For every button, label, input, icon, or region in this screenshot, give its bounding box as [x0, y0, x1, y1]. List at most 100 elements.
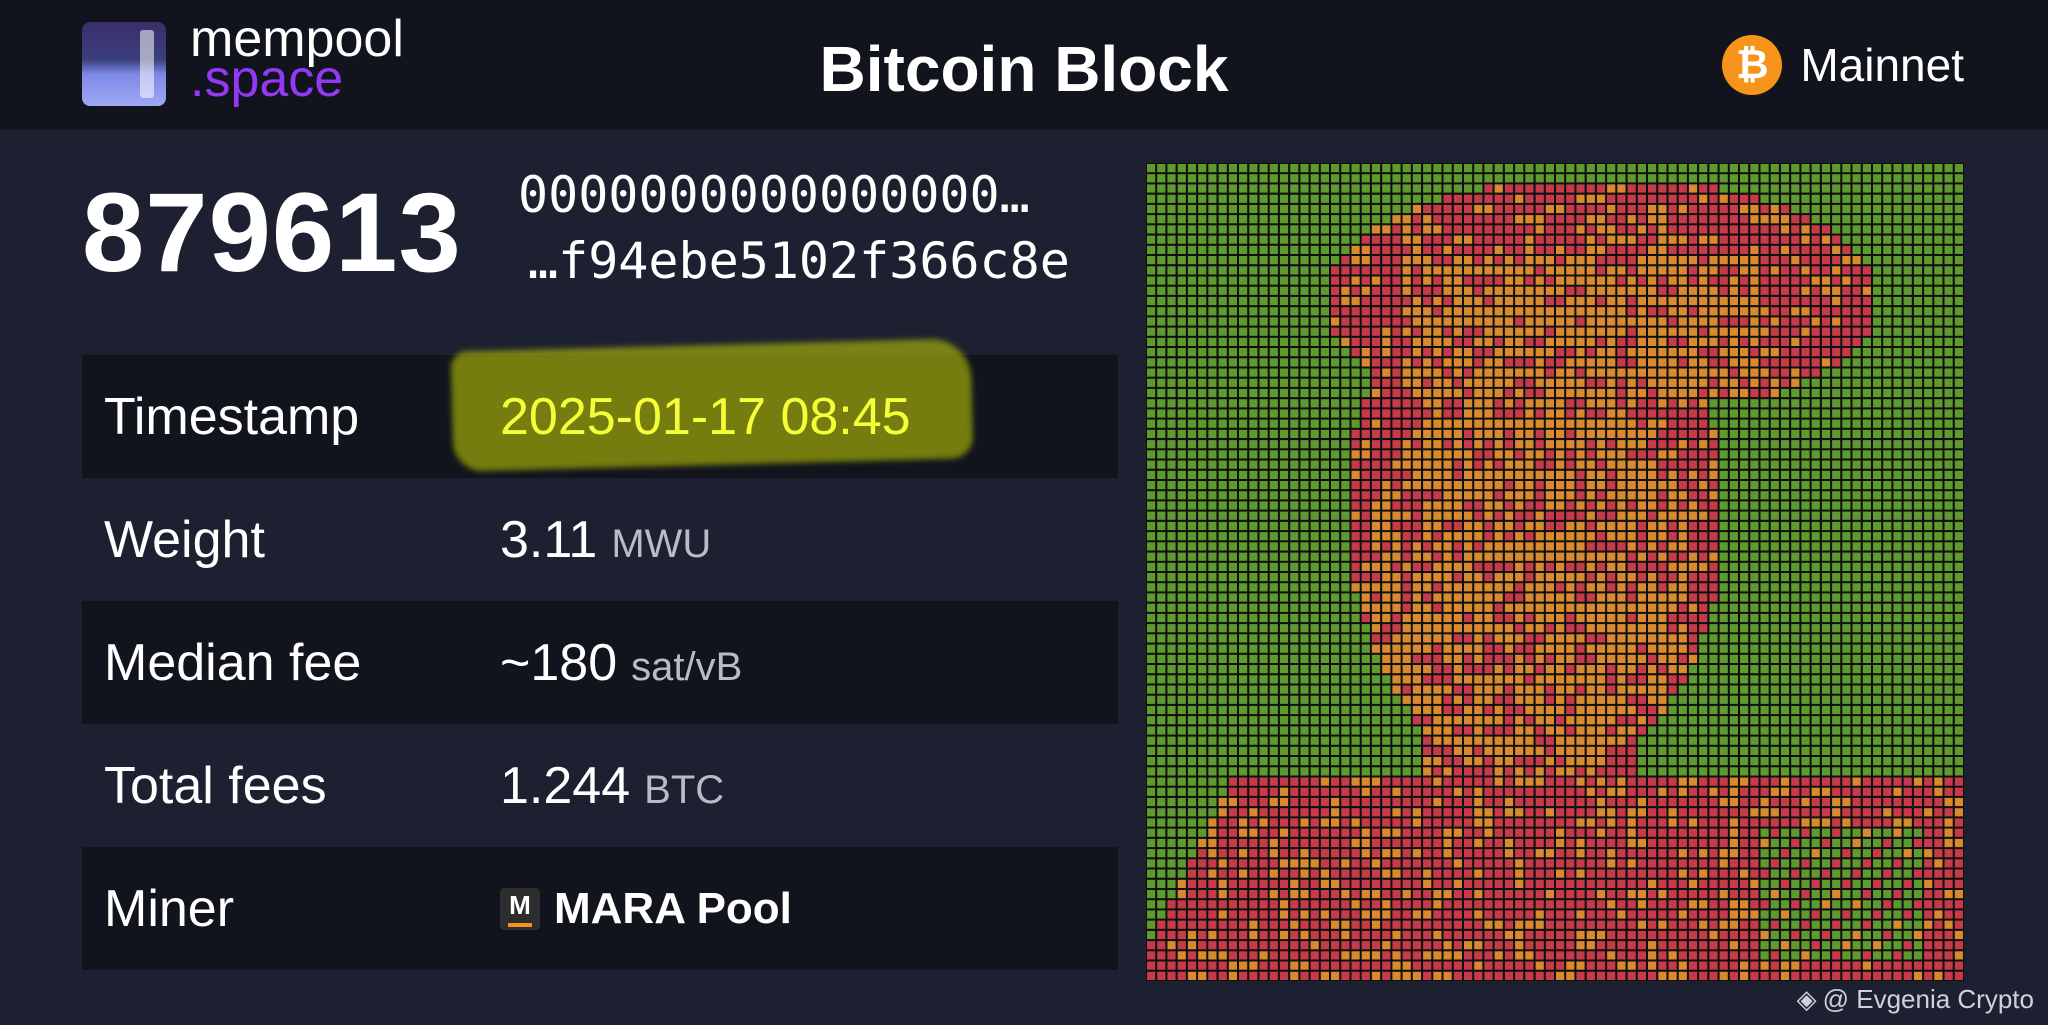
tx-cell: [1852, 634, 1861, 643]
tx-cell: [1331, 470, 1340, 479]
tx-cell: [1494, 378, 1503, 387]
tx-cell: [1576, 695, 1585, 704]
tx-cell: [1525, 685, 1534, 694]
tx-cell: [1525, 429, 1534, 438]
tx-cell: [1688, 562, 1698, 571]
tx-cell: [1453, 501, 1462, 510]
tx-cell: [1290, 501, 1299, 510]
tx-cell: [1423, 481, 1432, 490]
tx-cell: [1535, 440, 1544, 449]
tx-cell: [1566, 225, 1575, 234]
tx-cell: [1402, 409, 1411, 418]
tx-cell: [1525, 521, 1534, 531]
tx-cell: [1658, 552, 1667, 561]
tx-cell: [1627, 521, 1636, 531]
tx-cell: [1852, 327, 1861, 336]
tx-cell: [1341, 368, 1350, 377]
tx-cell: [1740, 419, 1749, 428]
tx-cell: [1740, 736, 1749, 745]
tx-cell: [1392, 562, 1401, 571]
tx-cell: [1760, 777, 1769, 786]
tx-cell: [1576, 777, 1585, 786]
tx-cell: [1504, 276, 1514, 285]
tx-cell: [1801, 419, 1810, 428]
tx-cell: [1453, 266, 1462, 275]
tx-cell: [1688, 726, 1698, 735]
tx-cell: [1821, 552, 1831, 561]
tx-cell: [1760, 613, 1769, 623]
block-visualization[interactable]: [1146, 163, 1964, 981]
tx-cell: [1371, 460, 1381, 469]
tx-cell: [1596, 532, 1606, 541]
tx-cell: [1167, 685, 1176, 694]
tx-cell: [1637, 552, 1646, 561]
tx-cell: [1453, 777, 1462, 786]
tx-cell: [1515, 654, 1524, 663]
tx-cell: [1750, 215, 1759, 224]
tx-cell: [1300, 705, 1309, 715]
tx-cell: [1218, 337, 1227, 346]
block-hash[interactable]: 0000000000000000… …f94ebe5102f366c8e: [518, 162, 1070, 294]
tx-cell: [1893, 327, 1902, 336]
tx-cell: [1187, 164, 1197, 173]
tx-cell: [1780, 266, 1790, 275]
tx-cell: [1627, 194, 1636, 203]
tx-cell: [1412, 746, 1421, 755]
tx-cell: [1883, 603, 1892, 612]
tx-cell: [1433, 194, 1442, 203]
tx-cell: [1862, 583, 1871, 592]
tx-cell: [1699, 593, 1708, 602]
tx-cell: [1883, 787, 1892, 796]
tx-cell: [1228, 296, 1237, 306]
tx-cell: [1453, 593, 1462, 602]
tx-cell: [1852, 787, 1861, 796]
tx-cell: [1586, 705, 1595, 715]
miner-link[interactable]: MARA Pool: [554, 884, 792, 934]
tx-cell: [1596, 746, 1606, 755]
tx-cell: [1658, 603, 1667, 612]
tx-cell: [1821, 634, 1831, 643]
tx-cell: [1791, 481, 1800, 490]
tx-cell: [1464, 532, 1473, 541]
tx-cell: [1688, 787, 1698, 796]
tx-cell: [1658, 654, 1667, 663]
tx-cell: [1873, 695, 1882, 704]
tx-cell: [1648, 634, 1657, 643]
network-selector[interactable]: ₿ Mainnet: [1722, 34, 1964, 96]
tx-cell: [1842, 235, 1851, 244]
tx-cell: [1290, 736, 1299, 745]
tx-cell: [1218, 368, 1227, 377]
tx-cell: [1760, 481, 1769, 490]
tx-cell: [1474, 368, 1483, 377]
tx-cell: [1821, 296, 1831, 306]
tx-cell: [1433, 307, 1442, 316]
tx-cell: [1596, 665, 1606, 674]
tx-cell: [1249, 358, 1258, 367]
tx-cell: [1760, 194, 1769, 203]
tx-cell: [1351, 235, 1360, 244]
tx-cell: [1770, 583, 1779, 592]
tx-cell: [1852, 705, 1861, 715]
tx-cell: [1688, 767, 1698, 776]
tx-cell: [1770, 532, 1779, 541]
tx-cell: [1218, 695, 1227, 704]
tx-cell: [1525, 613, 1534, 623]
tx-cell: [1494, 613, 1503, 623]
tx-cell: [1239, 644, 1248, 653]
tx-cell: [1279, 194, 1289, 203]
tx-cell: [1382, 501, 1391, 510]
tx-cell: [1320, 184, 1329, 193]
tx-cell: [1412, 399, 1421, 408]
tx-cell: [1239, 511, 1248, 520]
tx-cell: [1893, 440, 1902, 449]
tx-cell: [1208, 388, 1217, 398]
tx-cell: [1310, 307, 1319, 316]
tx-cell: [1740, 204, 1749, 214]
tx-cell: [1423, 266, 1432, 275]
tx-cell: [1423, 542, 1432, 551]
tx-cell: [1259, 204, 1268, 214]
tx-cell: [1811, 450, 1820, 459]
tx-cell: [1310, 695, 1319, 704]
tx-cell: [1842, 184, 1851, 193]
tx-cell: [1300, 225, 1309, 234]
